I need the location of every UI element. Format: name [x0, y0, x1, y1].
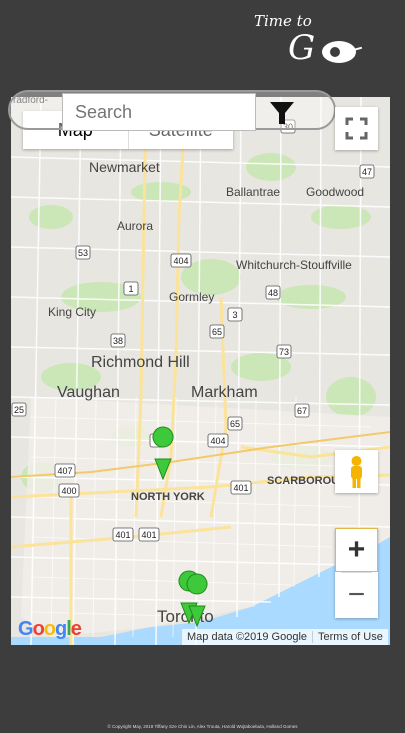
route-shield: 401	[112, 527, 134, 542]
street-view-pegman-button[interactable]	[335, 450, 378, 493]
logo-eye-icon	[322, 41, 356, 63]
search-input[interactable]	[62, 93, 256, 131]
svg-text:1: 1	[128, 284, 133, 294]
route-shield: 25	[11, 402, 27, 417]
svg-text:65: 65	[212, 327, 222, 337]
svg-text:47: 47	[362, 167, 372, 177]
label-north-york: NORTH YORK	[131, 491, 205, 503]
svg-text:53: 53	[78, 248, 88, 258]
pegman-icon	[351, 456, 362, 488]
route-shield: 401	[138, 527, 160, 542]
svg-text:73: 73	[279, 347, 289, 357]
route-shield: 65	[227, 416, 243, 431]
route-shield: 47	[359, 164, 375, 179]
label-king-city: King City	[48, 305, 96, 319]
label-richmond-hill: Richmond Hill	[91, 354, 190, 371]
fullscreen-button[interactable]	[335, 107, 378, 150]
zoom-in-button[interactable]: +	[335, 528, 378, 572]
route-shield: 48	[265, 285, 281, 300]
zoom-control: + −	[335, 528, 378, 618]
svg-text:401: 401	[233, 483, 248, 493]
zoom-out-button[interactable]: −	[335, 573, 378, 617]
route-shield: 38	[110, 333, 126, 348]
svg-text:3: 3	[232, 310, 237, 320]
route-shield: 65	[209, 324, 225, 339]
label-vaughan: Vaughan	[57, 384, 120, 401]
label-whitchurch: Whitchurch-Stouffville	[236, 258, 352, 272]
svg-text:67: 67	[297, 406, 307, 416]
app-logo: Time to G	[250, 8, 365, 70]
label-goodwood: Goodwood	[306, 185, 364, 199]
map-canvas: Newmarket Ballantrae Goodwood Aurora Whi…	[11, 97, 390, 645]
map-attribution: Map data ©2019 Google Terms of Use	[182, 629, 388, 645]
route-shield: 400	[58, 483, 80, 498]
route-shield: 401	[230, 480, 252, 495]
copyright-footer: © Copyright May, 2019 Tiffany Sze Chin L…	[107, 724, 298, 729]
label-scarborough: SCARBOROU	[267, 475, 339, 487]
svg-text:25: 25	[14, 405, 24, 415]
label-ballantrae: Ballantrae	[226, 185, 280, 199]
svg-text:401: 401	[141, 530, 156, 540]
svg-text:404: 404	[210, 436, 225, 446]
route-shield: 67	[294, 403, 310, 418]
route-shield: 3	[227, 307, 243, 322]
filter-icon[interactable]	[268, 100, 296, 126]
map-view[interactable]: Newmarket Ballantrae Goodwood Aurora Whi…	[11, 97, 390, 645]
route-shield: 1	[123, 281, 139, 296]
label-markham: Markham	[191, 384, 258, 401]
svg-text:48: 48	[268, 288, 278, 298]
route-shield: 404	[170, 253, 192, 268]
route-shield: 404	[207, 433, 229, 448]
fullscreen-icon	[345, 117, 368, 140]
svg-text:65: 65	[230, 419, 240, 429]
label-gormley: Gormley	[169, 290, 214, 304]
svg-text:400: 400	[61, 486, 76, 496]
label-aurora: Aurora	[117, 219, 153, 233]
route-shield: 53	[75, 245, 91, 260]
svg-text:407: 407	[57, 466, 72, 476]
route-shield: 73	[276, 344, 292, 359]
svg-text:38: 38	[113, 336, 123, 346]
google-logo: Google	[18, 618, 82, 640]
svg-text:401: 401	[115, 530, 130, 540]
route-shield: 407	[54, 463, 76, 478]
map-data-credit: Map data ©2019 Google	[187, 631, 308, 643]
label-newmarket: Newmarket	[89, 159, 160, 175]
logo-line2: G	[288, 28, 316, 68]
svg-text:404: 404	[173, 256, 188, 266]
terms-of-use-link[interactable]: Terms of Use	[312, 631, 388, 643]
